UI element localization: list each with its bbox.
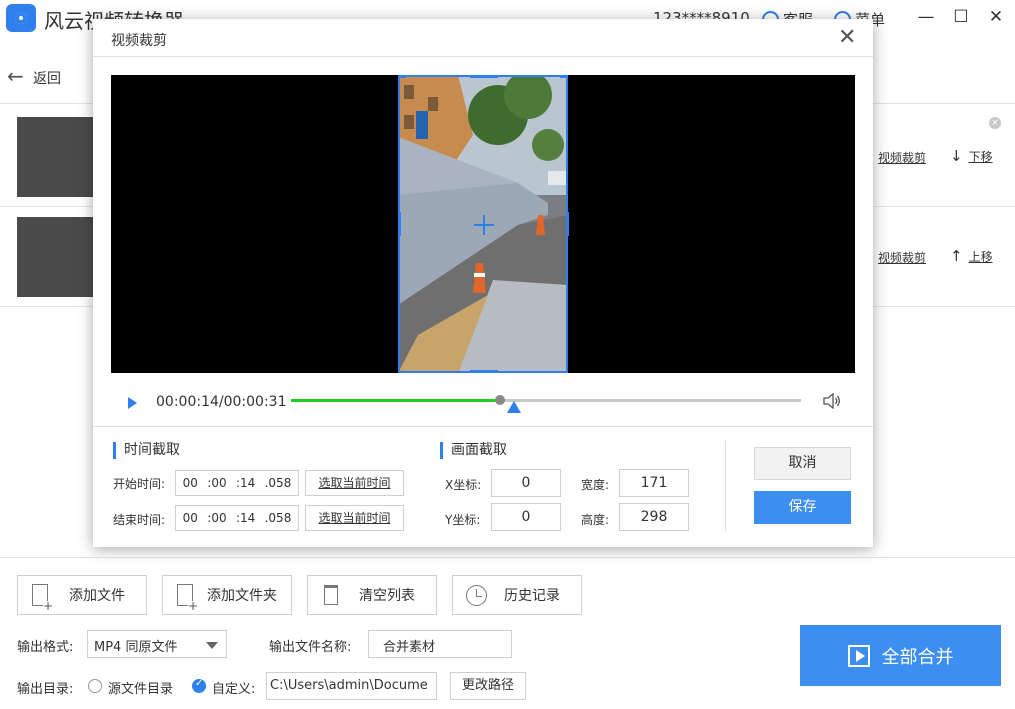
output-format-value: MP4 同原文件: [94, 640, 178, 655]
divider: [725, 441, 726, 531]
divider: [93, 426, 873, 427]
crop-handle-right[interactable]: [566, 212, 569, 236]
custom-dir-label[interactable]: 自定义:: [212, 678, 255, 697]
clock-icon: [466, 585, 487, 606]
height-input[interactable]: 298: [619, 503, 689, 531]
y-coord-input[interactable]: 0: [491, 503, 561, 531]
crop-corner-top-left[interactable]: [398, 75, 406, 78]
move-down-button[interactable]: ↓ 下移: [950, 147, 993, 165]
dialog-title: 视频裁剪: [111, 33, 167, 49]
minimize-icon[interactable]: —: [915, 6, 937, 28]
start-time-label: 开始时间:: [113, 477, 166, 491]
x-coord-input[interactable]: 0: [491, 469, 561, 497]
pick-current-start-button[interactable]: 选取当前时间: [305, 470, 404, 496]
clear-list-button[interactable]: 清空列表: [307, 575, 437, 615]
source-dir-radio[interactable]: [88, 679, 102, 693]
video-thumbnail: [17, 217, 97, 297]
end-time-input[interactable]: 00 :00 :14 .058: [175, 505, 299, 531]
height-label: 高度:: [581, 513, 610, 527]
output-path-input[interactable]: C:\Users\admin\Docume: [266, 672, 437, 700]
close-icon[interactable]: ✕: [985, 6, 1007, 28]
trash-icon: [324, 585, 338, 605]
volume-icon[interactable]: [823, 393, 841, 409]
video-crop-link[interactable]: 视频裁剪: [878, 149, 926, 166]
custom-dir-radio[interactable]: [192, 678, 206, 693]
start-hours[interactable]: 00: [183, 476, 198, 490]
save-button[interactable]: 保存: [754, 491, 851, 524]
dialog-close-icon[interactable]: ✕: [838, 25, 856, 50]
crop-corner-top-right[interactable]: [560, 75, 568, 78]
video-crop-link[interactable]: 视频裁剪: [878, 249, 926, 266]
chevron-down-icon: [206, 642, 218, 649]
back-arrow-icon[interactable]: ←: [7, 64, 24, 88]
history-button[interactable]: 历史记录: [452, 575, 582, 615]
output-name-label: 输出文件名称:: [269, 640, 352, 655]
video-crop-dialog: 视频裁剪 ✕ 00:00:14/00:00:31 时间截取 开始时间: 00:…: [93, 19, 873, 547]
clip-marker-icon[interactable]: [507, 401, 521, 413]
video-thumbnail: [17, 117, 97, 197]
end-hours[interactable]: 00: [183, 511, 198, 525]
divider: [93, 56, 873, 57]
frame-section-title: 画面截取: [440, 442, 507, 459]
source-dir-label[interactable]: 源文件目录: [108, 678, 173, 697]
arrow-down-icon: ↓: [950, 147, 963, 165]
start-time-input[interactable]: 00 :00 :14 .058: [175, 470, 299, 496]
merge-all-label: 全部合并: [881, 646, 954, 668]
maximize-icon[interactable]: ☐: [950, 6, 972, 28]
start-minutes[interactable]: :00: [207, 476, 226, 490]
move-up-button[interactable]: ↑ 上移: [950, 247, 993, 265]
start-milliseconds[interactable]: .058: [265, 476, 292, 490]
change-path-button[interactable]: 更改路径: [450, 672, 526, 700]
width-label: 宽度:: [581, 478, 610, 492]
add-file-icon: [32, 584, 53, 611]
crop-box[interactable]: [398, 75, 569, 373]
width-input[interactable]: 171: [619, 469, 689, 497]
output-format-select[interactable]: MP4 同原文件: [87, 630, 227, 658]
end-seconds[interactable]: :14: [236, 511, 255, 525]
time-display: 00:00:14/00:00:31: [156, 394, 287, 410]
add-folder-icon: [177, 584, 198, 611]
video-preview: [111, 75, 855, 373]
merge-all-button[interactable]: 全部合并: [800, 625, 1001, 686]
x-coord-label: X坐标:: [445, 478, 482, 492]
crop-handle-top[interactable]: [470, 75, 498, 78]
back-button[interactable]: 返回: [33, 68, 61, 88]
add-file-button[interactable]: 添加文件: [17, 575, 147, 615]
end-time-label: 结束时间:: [113, 513, 166, 527]
play-icon: [847, 644, 870, 667]
arrow-up-icon: ↑: [950, 247, 963, 265]
end-minutes[interactable]: :00: [207, 511, 226, 525]
end-milliseconds[interactable]: .058: [265, 511, 292, 525]
crop-center-icon[interactable]: [474, 224, 494, 226]
add-folder-button[interactable]: 添加文件夹: [162, 575, 292, 615]
output-dir-label: 输出目录:: [17, 682, 74, 697]
bottom-toolbar: 添加文件 添加文件夹 清空列表 历史记录 输出格式: MP4 同原文件 输出文件…: [0, 557, 1015, 709]
output-name-input[interactable]: 合并素材: [368, 630, 512, 658]
app-logo-icon: [6, 4, 36, 32]
cancel-button[interactable]: 取消: [754, 447, 851, 480]
move-up-label: 上移: [968, 249, 993, 264]
output-format-label: 输出格式:: [17, 640, 74, 655]
move-down-label: 下移: [968, 149, 993, 164]
time-section-title: 时间截取: [113, 442, 180, 459]
progress-knob[interactable]: [495, 395, 505, 405]
crop-handle-bottom[interactable]: [470, 370, 498, 373]
remove-icon[interactable]: ×: [989, 117, 1001, 129]
pick-current-end-button[interactable]: 选取当前时间: [305, 505, 404, 531]
y-coord-label: Y坐标:: [445, 513, 481, 527]
crop-handle-left[interactable]: [398, 212, 401, 236]
start-seconds[interactable]: :14: [236, 476, 255, 490]
play-icon[interactable]: [128, 397, 137, 409]
progress-fill: [291, 399, 500, 402]
